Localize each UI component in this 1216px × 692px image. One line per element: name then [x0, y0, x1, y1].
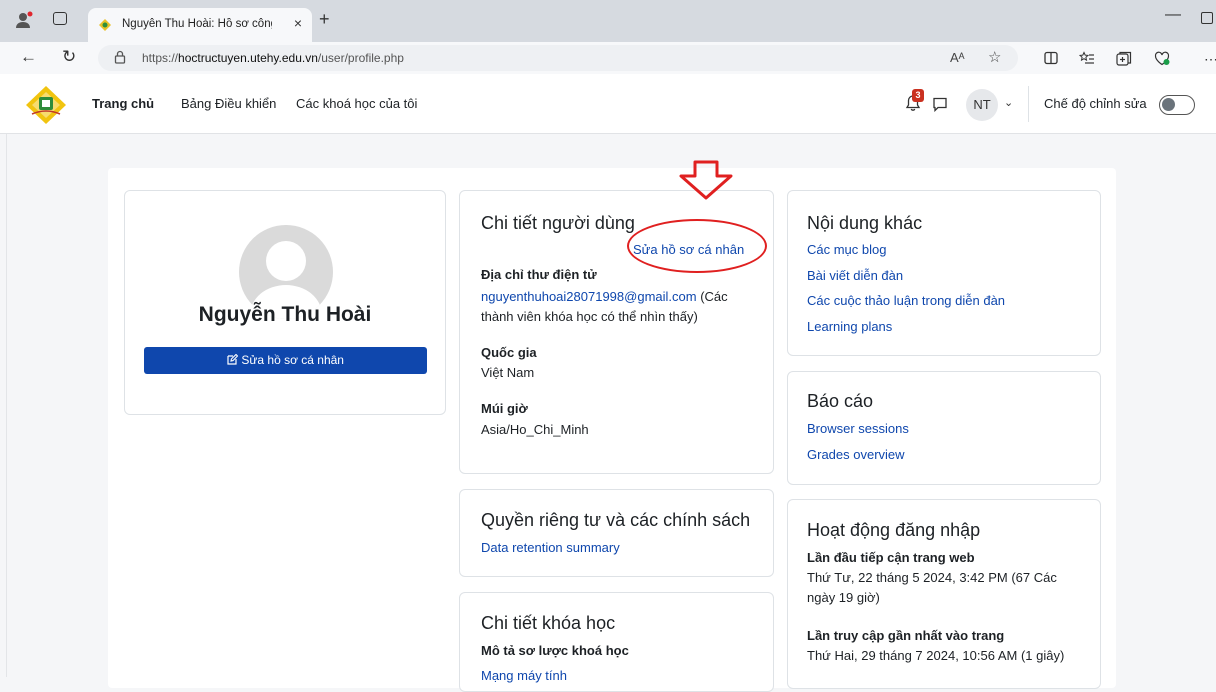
- last-access-value: Thứ Hai, 29 tháng 7 2024, 10:56 AM (1 gi…: [807, 648, 1065, 663]
- messages-icon[interactable]: [932, 96, 948, 117]
- favorite-star-icon[interactable]: ☆: [988, 48, 1001, 66]
- edit-profile-button[interactable]: Sửa hồ sơ cá nhân: [144, 347, 427, 374]
- annotation-highlight-oval: [627, 219, 767, 273]
- grades-overview-link[interactable]: Grades overview: [807, 447, 905, 462]
- nav-home[interactable]: Trang chủ: [92, 96, 154, 111]
- misc-card: Nội dung khác Các mục blog Bài viết diễn…: [787, 190, 1101, 356]
- first-access-value: Thứ Tư, 22 tháng 5 2024, 3:42 PM (67 Các…: [807, 568, 1097, 608]
- course-link[interactable]: Mạng máy tính: [481, 668, 567, 683]
- toggle-knob: [1162, 98, 1175, 111]
- first-access-label: Lần đầu tiếp cận trang web: [807, 550, 975, 565]
- course-details-card: Chi tiết khóa học Mô tả sơ lược khoá học…: [459, 592, 774, 692]
- notification-count-badge: 3: [912, 89, 924, 102]
- login-activity-title: Hoạt động đăng nhập: [807, 520, 981, 540]
- site-logo[interactable]: [24, 84, 68, 126]
- country-label: Quốc gia: [481, 345, 537, 360]
- nav-my-courses[interactable]: Các khoá học của tôi: [296, 96, 417, 111]
- course-details-title: Chi tiết khóa học: [481, 613, 616, 633]
- user-details-title: Chi tiết người dùng: [481, 213, 635, 233]
- privacy-card: Quyền riêng tư và các chính sách Data re…: [459, 489, 774, 577]
- timezone-value: Asia/Ho_Chi_Minh: [481, 422, 589, 437]
- email-value: nguyenthuhoai28071998@gmail.com (Các thàn…: [481, 287, 771, 327]
- browser-tab-active[interactable]: Nguyễn Thu Hoài: Hồ sơ công kh ×: [88, 8, 312, 42]
- last-access-label: Lần truy cập gần nhất vào trang: [807, 628, 1005, 643]
- restore-window-icon[interactable]: [1201, 12, 1213, 24]
- new-tab-icon[interactable]: +: [319, 9, 330, 30]
- address-toolbar: ← ↻ https://hoctructuyen.utehy.edu.vn/us…: [0, 42, 1216, 74]
- browser-sessions-link[interactable]: Browser sessions: [807, 421, 909, 436]
- profile-full-name: Nguyễn Thu Hoài: [198, 303, 372, 326]
- privacy-title: Quyền riêng tư và các chính sách: [481, 510, 751, 530]
- edit-icon: [227, 353, 241, 367]
- annotation-arrow-icon: [677, 160, 735, 205]
- browser-tab-strip: Nguyễn Thu Hoài: Hồ sơ công kh × + —: [0, 0, 1216, 42]
- refresh-icon[interactable]: ↻: [62, 47, 76, 67]
- more-menu-icon[interactable]: ⋯: [1204, 51, 1216, 68]
- country-value: Việt Nam: [481, 365, 535, 380]
- email-note: (Các: [696, 289, 728, 304]
- url-bar[interactable]: https://hoctructuyen.utehy.edu.vn/user/p…: [98, 45, 1018, 71]
- split-screen-icon[interactable]: [1044, 51, 1058, 68]
- favorites-icon[interactable]: [1078, 51, 1095, 68]
- site-navbar: Trang chủ Bảng Điều khiển Các khoá học c…: [0, 74, 1216, 134]
- reports-card: Báo cáo Browser sessions Grades overview: [787, 371, 1101, 485]
- profile-picture-head: [266, 241, 306, 281]
- forum-discussions-link[interactable]: Các cuộc thảo luận trong diễn đàn: [807, 293, 1005, 308]
- reports-title: Báo cáo: [807, 391, 874, 411]
- data-retention-link[interactable]: Data retention summary: [481, 540, 620, 555]
- first-access-value-line1: Thứ Tư, 22 tháng 5 2024, 3:42 PM (67 Các: [807, 570, 1057, 585]
- tab-actions-icon[interactable]: [53, 12, 67, 25]
- lock-icon[interactable]: [114, 50, 126, 69]
- course-profiles-label: Mô tả sơ lược khoá học: [481, 643, 629, 658]
- timezone-label: Múi giờ: [481, 401, 528, 416]
- login-activity-card: Hoạt động đăng nhập Lần đầu tiếp cận tra…: [787, 499, 1101, 689]
- blog-entries-link[interactable]: Các mục blog: [807, 242, 886, 257]
- minimize-icon[interactable]: —: [1165, 6, 1181, 24]
- first-access-value-line2: ngày 19 giờ): [807, 590, 880, 605]
- read-aloud-icon[interactable]: Aᴬ: [950, 50, 965, 65]
- back-arrow-icon[interactable]: ←: [20, 47, 37, 67]
- edit-profile-button-label: Sửa hồ sơ cá nhân: [241, 353, 344, 367]
- email-link[interactable]: nguyenthuhoai28071998@gmail.com: [481, 289, 697, 304]
- tab-close-icon[interactable]: ×: [294, 15, 302, 31]
- browser-profile-icon[interactable]: [14, 10, 34, 35]
- misc-title: Nội dung khác: [807, 213, 923, 233]
- url-text[interactable]: https://hoctructuyen.utehy.edu.vn/user/p…: [142, 51, 404, 65]
- site-favicon-icon: [98, 18, 112, 37]
- edit-mode-toggle[interactable]: [1159, 95, 1195, 115]
- navbar-divider: [1028, 86, 1029, 122]
- chevron-down-icon[interactable]: ⌄: [1004, 96, 1013, 109]
- user-avatar[interactable]: NT: [966, 89, 998, 121]
- learning-plans-link[interactable]: Learning plans: [807, 319, 892, 334]
- nav-dashboard[interactable]: Bảng Điều khiển: [181, 96, 276, 111]
- profile-card: Nguyễn Thu Hoài Sửa hồ sơ cá nhân: [124, 190, 446, 415]
- collections-icon[interactable]: [1116, 51, 1132, 69]
- email-label: Địa chỉ thư điện tử: [481, 267, 597, 282]
- edit-mode-label: Chế độ chỉnh sửa: [1044, 96, 1147, 111]
- forum-posts-link[interactable]: Bài viết diễn đàn: [807, 268, 903, 283]
- page-border: [6, 134, 7, 677]
- email-note-2: thành viên khóa học có thể nhìn thấy): [481, 309, 698, 324]
- tab-title: Nguyễn Thu Hoài: Hồ sơ công kh: [122, 18, 272, 30]
- browser-essentials-icon[interactable]: [1154, 51, 1170, 69]
